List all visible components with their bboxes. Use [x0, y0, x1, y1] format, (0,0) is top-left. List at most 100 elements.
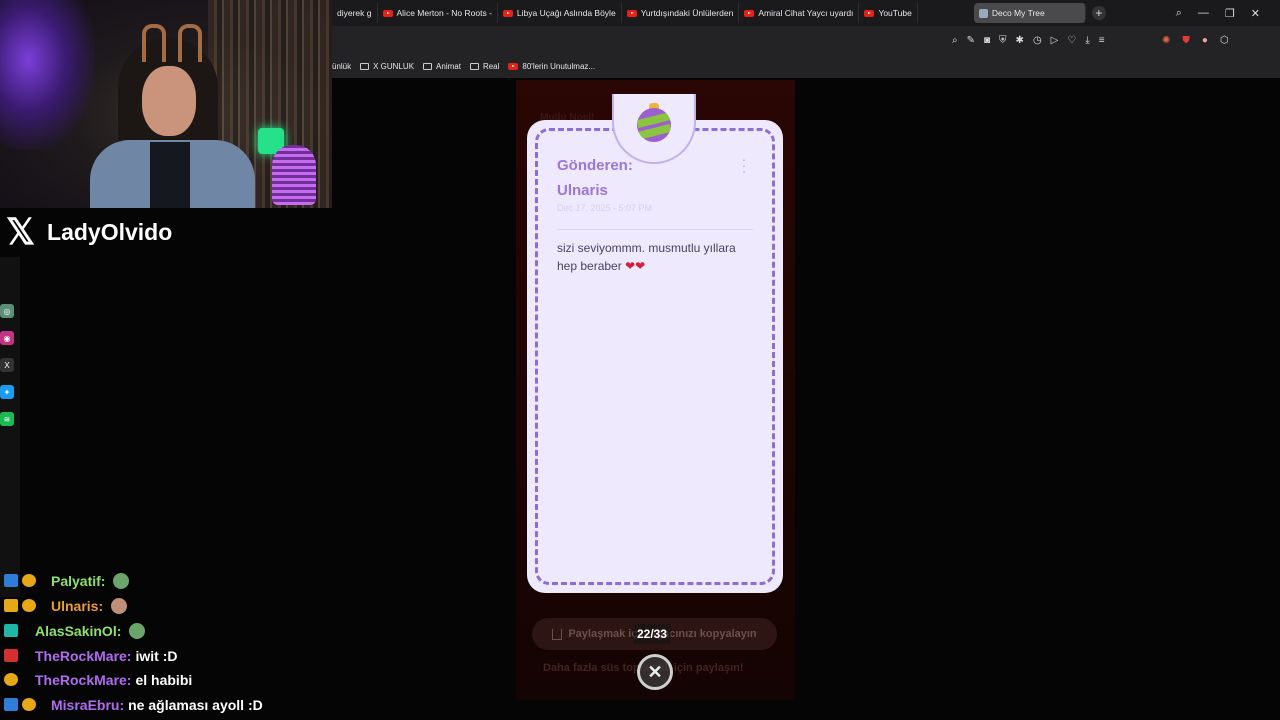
play-icon[interactable]: ▷: [1051, 35, 1059, 46]
toolbar-icons: ⌕ ✎ ◙ ⛨ ✱ ◷ ▷ ♡ ⤓ ≡: [952, 26, 1105, 54]
x-handle: LadyOlvido: [47, 218, 173, 245]
pepe-emote-icon: [113, 573, 130, 589]
browser-tab-active[interactable]: Deco My Tree: [973, 3, 1086, 23]
webcam-feed: [0, 0, 332, 208]
chat-message: TheRockMare: iwit :D: [4, 645, 177, 667]
download-icon[interactable]: ⤓: [1085, 35, 1089, 46]
bookmark-label: Real: [482, 61, 500, 71]
window-controls: ⌕ — ❐ ✕: [1176, 0, 1280, 26]
tab-title: Yurtdışındaki Ünlülerden: [640, 8, 734, 18]
bookmark-folder[interactable]: X GUNLUK: [360, 62, 414, 71]
chat-username: AlasSakinOl:: [35, 623, 122, 639]
page-icon: [978, 8, 988, 18]
microphone: [272, 145, 316, 205]
bookmark-label: ünlük: [332, 61, 352, 71]
message-date: Dec 17, 2025 - 5:07 PM: [557, 203, 653, 213]
youtube-icon: [382, 9, 393, 17]
chat-username: TheRockMare:: [35, 672, 132, 688]
chatgpt-icon: ◎: [0, 304, 14, 318]
sub-badge-icon: [22, 599, 36, 612]
chat-username: Ulnaris:: [51, 598, 104, 614]
bookmark-folder[interactable]: Animat: [423, 62, 461, 71]
pepe-emote-icon: [129, 623, 146, 639]
chat-username: Palyatif:: [51, 573, 106, 589]
record-extension-icon[interactable]: ●: [1202, 35, 1208, 46]
extension-icon[interactable]: ✱: [1016, 35, 1024, 46]
bookmark-folder[interactable]: Real: [469, 61, 500, 71]
tab-title: Deco My Tree: [991, 8, 1045, 18]
browser-toolbar: ⌕ ✎ ◙ ⛨ ✱ ◷ ▷ ♡ ⤓ ≡ ✺ ⛊ ● ⬡: [332, 26, 1280, 54]
browser-tab[interactable]: YouTube: [859, 3, 918, 23]
streamer: [90, 24, 255, 208]
leaf-extension-icon[interactable]: ✺: [1162, 35, 1170, 46]
twitter-icon: ✦: [0, 385, 14, 399]
sender-label: Gönderen:: [557, 157, 633, 174]
edit-icon[interactable]: ✎: [967, 35, 975, 46]
history-icon[interactable]: ◷: [1033, 35, 1042, 46]
chat-message: Ulnaris:: [4, 595, 128, 617]
tab-title: Alice Merton - No Roots -: [396, 8, 492, 18]
folder-icon: [423, 62, 433, 70]
message-counter: 22/33: [633, 624, 672, 644]
folder-icon: [469, 62, 479, 70]
camera-icon[interactable]: ◙: [984, 35, 990, 46]
restore-button[interactable]: ❐: [1225, 7, 1235, 20]
chat-message: AlasSakinOl:: [4, 620, 146, 642]
purple-light: [0, 0, 95, 150]
bookmark-label: 80'lerin Unutulmaz...: [522, 61, 596, 71]
new-tab-button[interactable]: +: [1091, 6, 1106, 20]
search-tabs-icon[interactable]: ⌕: [1176, 7, 1182, 20]
chat-message: MisraEbru: ne ağlaması ayoll :D: [4, 694, 263, 716]
sub-badge-icon: [22, 698, 36, 711]
crown-badge-icon: [4, 599, 18, 612]
shirt: [150, 142, 190, 208]
sub-badge-icon: [4, 673, 18, 686]
youtube-icon: [502, 9, 513, 17]
tab-title: Amiral Cihat Yaycı uyardı: [758, 8, 854, 18]
chat-message: Palyatif:: [4, 570, 130, 592]
browser-tab-bar: diyerek g Alice Merton - No Roots - Liby…: [332, 0, 1280, 26]
browser-tab[interactable]: Alice Merton - No Roots -: [378, 3, 498, 23]
minimize-button[interactable]: —: [1198, 7, 1209, 19]
chat-text: ne ağlaması ayoll :D: [128, 697, 263, 713]
folder-icon: [360, 62, 370, 70]
zoom-icon[interactable]: ⌕: [952, 35, 958, 46]
close-icon[interactable]: ✕: [637, 654, 673, 690]
browser-tab[interactable]: Yurtdışındaki Ünlülerden: [622, 3, 740, 23]
extension-icons: ✺ ⛊ ● ⬡: [1162, 26, 1229, 54]
mod-badge-icon: [4, 574, 18, 587]
x-handle-overlay: 𝕏 LadyOlvido: [6, 214, 172, 250]
more-options-icon[interactable]: · · ·: [740, 152, 748, 178]
bookmark-item[interactable]: ünlük: [332, 62, 351, 71]
heart-icon[interactable]: ♡: [1067, 35, 1076, 46]
message-text: sizi seviyommm. musmutlu yıllara hep ber…: [557, 241, 736, 273]
menu-icon[interactable]: ≡: [1099, 35, 1105, 46]
x-logo-icon: 𝕏: [6, 211, 36, 252]
sender-name: Ulnaris: [557, 182, 608, 199]
tab-title: Libya Uçağı Aslında Böyle: [516, 8, 616, 18]
browser-tab[interactable]: diyerek g: [332, 3, 378, 23]
badge-icon: [4, 649, 18, 662]
bookmark-label: X GUNLUK: [373, 61, 415, 71]
youtube-icon: [864, 9, 875, 17]
browser-tab[interactable]: Amiral Cihat Yaycı uyardı: [739, 3, 860, 23]
shield-icon[interactable]: ⛨: [999, 35, 1007, 46]
browser-tab[interactable]: Libya Uçağı Aslında Böyle: [498, 3, 622, 23]
youtube-icon: [744, 9, 755, 17]
tab-title: diyerek g: [337, 8, 372, 18]
youtube-icon: [508, 62, 519, 70]
youtube-icon: [626, 9, 637, 17]
lion-shield-icon[interactable]: ⛊: [1182, 35, 1190, 46]
heart-emojis: ❤❤: [625, 259, 646, 273]
message-body: sizi seviyommm. musmutlu yıllara hep ber…: [557, 239, 753, 275]
bookmark-item[interactable]: 80'lerin Unutulmaz...: [508, 62, 595, 71]
cube-extension-icon[interactable]: ⬡: [1220, 35, 1229, 46]
screen: diyerek g Alice Merton - No Roots - Liby…: [0, 0, 1280, 720]
ornament-ball: [637, 108, 671, 142]
bookmark-label: Animat: [436, 61, 461, 71]
chat-message: TheRockMare: el habibi: [4, 669, 192, 691]
x-icon: X: [0, 358, 14, 372]
close-window-button[interactable]: ✕: [1251, 7, 1260, 20]
bookmarks-bar: ünlük X GUNLUK Animat Real 80'lerin Unut…: [332, 54, 1280, 78]
sub-badge-icon: [22, 574, 36, 587]
